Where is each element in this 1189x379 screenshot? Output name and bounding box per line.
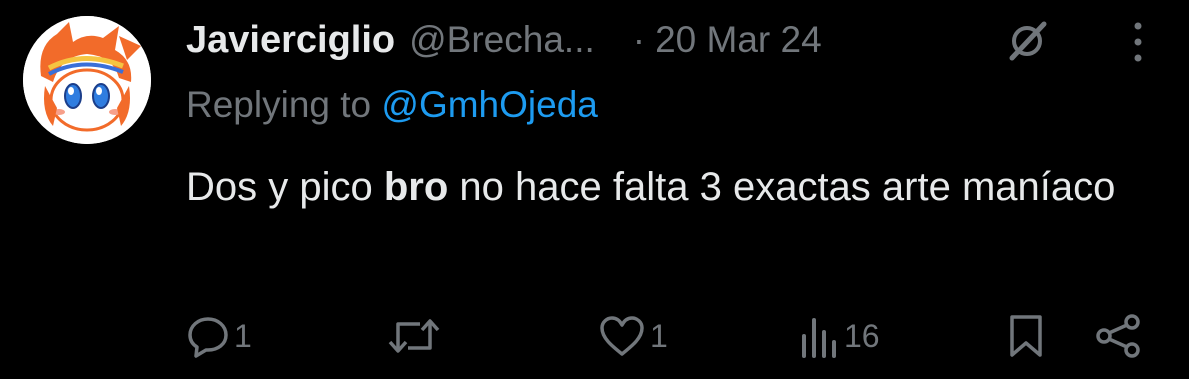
retweet-icon xyxy=(388,319,440,353)
heart-icon xyxy=(600,316,644,356)
tweet-text-part: no hace falta 3 exactas arte maníaco xyxy=(448,165,1116,209)
display-name[interactable]: Javierciglio xyxy=(186,19,395,62)
tweet-text-part: Dos y pico xyxy=(186,165,384,209)
retweet-button[interactable] xyxy=(386,308,446,364)
views-icon xyxy=(802,318,836,358)
reply-count: 1 xyxy=(234,317,252,354)
like-button[interactable]: 1 xyxy=(598,308,668,364)
bookmark-button[interactable] xyxy=(1006,308,1046,364)
tweet-text-bold: bro xyxy=(383,165,449,209)
header-separator: · xyxy=(632,19,646,60)
avatar-image xyxy=(23,16,151,144)
like-count: 1 xyxy=(650,317,668,354)
user-handle[interactable]: @Brecha... xyxy=(409,19,595,61)
tweet-header: Javierciglio @Brecha... · 20 Mar 24 xyxy=(186,12,822,68)
more-button[interactable] xyxy=(1124,18,1152,66)
grok-icon xyxy=(1009,21,1047,61)
share-button[interactable] xyxy=(1094,308,1142,364)
action-bar: 1 1 16 xyxy=(0,308,1189,364)
replying-to-mention[interactable]: @GmhOjeda xyxy=(381,84,597,125)
avatar[interactable] xyxy=(23,16,151,144)
more-icon xyxy=(1134,22,1142,62)
reply-icon xyxy=(188,317,228,358)
tweet-date[interactable]: 20 Mar 24 xyxy=(655,19,822,61)
bookmark-icon xyxy=(1010,315,1042,357)
views-button[interactable]: 16 xyxy=(800,308,880,364)
share-icon xyxy=(1096,314,1140,358)
grok-button[interactable] xyxy=(1002,18,1052,64)
views-count: 16 xyxy=(844,317,880,354)
replying-to-label: Replying to xyxy=(186,84,382,125)
tweet-text: Dos y pico bro no hace falta 3 exactas a… xyxy=(186,160,1146,214)
reply-button[interactable]: 1 xyxy=(186,308,252,364)
replying-to: Replying to @GmhOjeda xyxy=(186,84,598,126)
